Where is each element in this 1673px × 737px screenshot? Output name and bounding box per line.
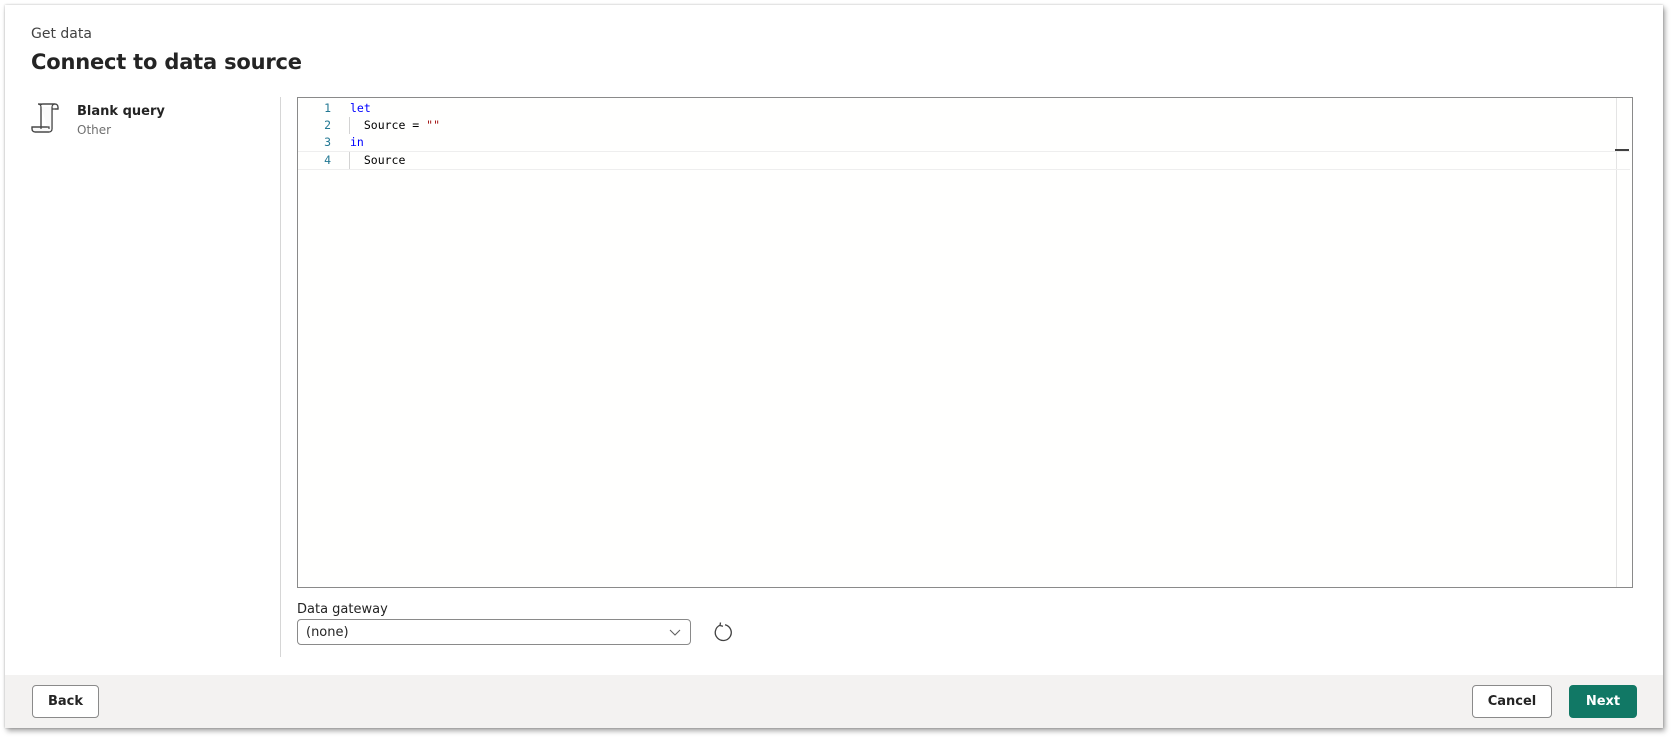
line-number: 1 <box>324 101 331 115</box>
code-line[interactable]: 2 Source = "" <box>298 117 1632 134</box>
chevron-down-icon <box>669 629 681 636</box>
connector-category: Other <box>77 123 112 137</box>
next-button[interactable]: Next <box>1569 685 1637 718</box>
dialog-kicker: Get data <box>31 26 92 42</box>
connector-summary: Blank query Other <box>29 100 165 137</box>
code-line[interactable]: 1 let <box>298 100 1632 117</box>
code-line[interactable]: 3 in <box>298 134 1632 151</box>
refresh-icon <box>714 622 732 642</box>
gateway-value: (none) <box>306 624 349 640</box>
code-text: Source = "" <box>350 117 440 134</box>
keyword-token: let <box>350 101 371 115</box>
query-editor[interactable]: 1 let 2 Source = "" 3 in 4 Source <box>297 97 1633 588</box>
dialog-footer: Back Cancel Next <box>5 675 1663 728</box>
page-title: Connect to data source <box>31 50 302 74</box>
string-token: "" <box>426 118 441 132</box>
back-button[interactable]: Back <box>32 685 99 718</box>
code-token: Source <box>350 153 406 167</box>
code-text: Source <box>350 152 406 169</box>
connector-name: Blank query <box>77 104 165 119</box>
gateway-label: Data gateway <box>297 602 388 617</box>
line-number: 2 <box>324 118 331 132</box>
line-number: 4 <box>324 153 331 167</box>
code-text: in <box>350 134 364 151</box>
code-line[interactable]: 4 Source <box>298 151 1630 170</box>
connect-dialog: Get data Connect to data source Blank qu… <box>5 5 1663 728</box>
gateway-dropdown[interactable]: (none) <box>297 619 691 645</box>
line-number: 3 <box>324 135 331 149</box>
code-token: Source = <box>350 118 427 132</box>
code-text: let <box>350 100 371 117</box>
cancel-button[interactable]: Cancel <box>1472 685 1552 718</box>
scroll-icon <box>31 103 59 133</box>
panel-divider <box>280 97 281 657</box>
minimap-separator <box>1616 98 1617 587</box>
refresh-gateway-button[interactable] <box>710 619 736 645</box>
keyword-token: in <box>350 135 364 149</box>
